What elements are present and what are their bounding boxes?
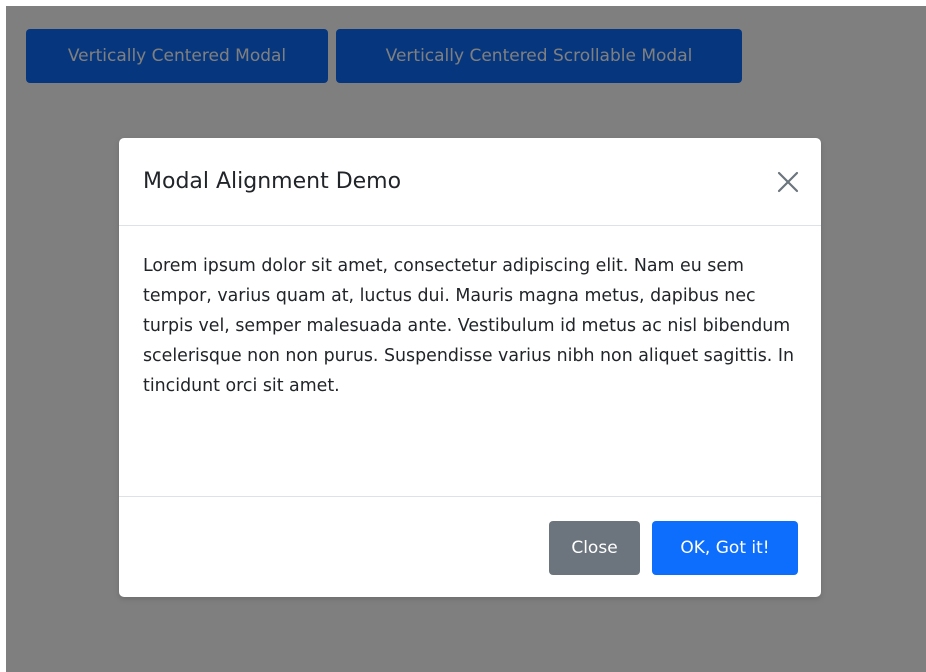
- modal-footer: Close OK, Got it!: [119, 497, 821, 597]
- modal-body-text: Lorem ipsum dolor sit amet, consectetur …: [143, 256, 795, 396]
- modal-header: Modal Alignment Demo: [119, 138, 821, 226]
- close-button[interactable]: Close: [549, 521, 640, 575]
- modal-dialog: Modal Alignment Demo Lorem ipsum dolor s…: [119, 138, 821, 597]
- close-x-icon[interactable]: [775, 169, 801, 195]
- modal-body: Lorem ipsum dolor sit amet, consectetur …: [119, 226, 821, 497]
- ok-button[interactable]: OK, Got it!: [652, 521, 798, 575]
- modal-title: Modal Alignment Demo: [143, 169, 402, 194]
